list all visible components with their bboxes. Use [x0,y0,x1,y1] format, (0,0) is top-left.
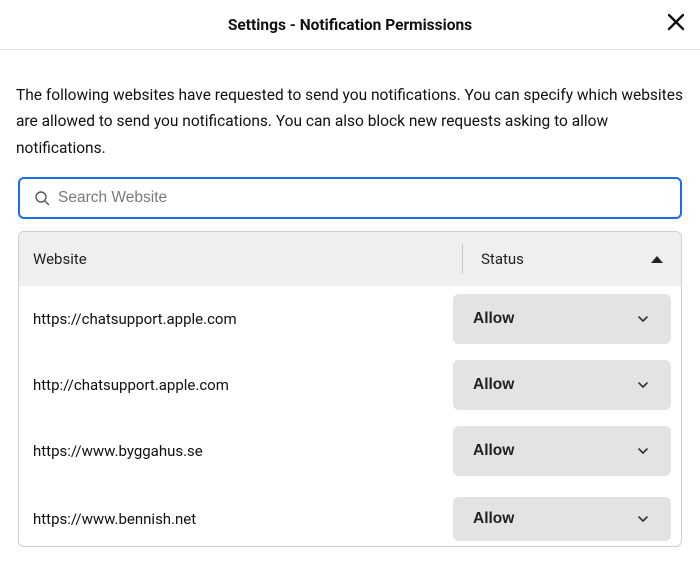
status-dropdown[interactable]: Allow [453,426,671,476]
status-value: Allow [473,310,514,328]
website-cell: https://www.byggahus.se [29,442,453,460]
table-row: https://chatsupport.apple.com Allow [19,286,681,352]
status-value: Allow [473,376,514,394]
table-body: https://chatsupport.apple.com Allow http… [19,286,681,546]
close-icon [666,12,686,32]
sort-asc-icon [651,256,663,263]
description-text: The following websites have requested to… [16,82,684,161]
column-header-website[interactable]: Website [19,232,462,286]
column-header-status-label: Status [481,250,524,268]
column-header-website-label: Website [33,250,87,268]
status-dropdown[interactable]: Allow [453,294,671,344]
table-row: http://chatsupport.apple.com Allow [19,352,681,418]
column-header-status[interactable]: Status [463,232,681,286]
chevron-down-icon [635,377,651,393]
chevron-down-icon [635,311,651,327]
permissions-table: Website Status https://chatsupport.apple… [18,231,682,547]
status-value: Allow [473,442,514,460]
search-field[interactable] [18,177,682,219]
page-title: Settings - Notification Permissions [228,16,472,34]
status-dropdown[interactable]: Allow [453,497,671,541]
table-row: https://www.byggahus.se Allow [19,418,681,484]
chevron-down-icon [635,443,651,459]
table-row: https://www.bennish.net Allow [19,484,681,546]
status-value: Allow [473,510,514,528]
website-cell: https://chatsupport.apple.com [29,310,453,328]
website-cell: http://chatsupport.apple.com [29,376,453,394]
status-dropdown[interactable]: Allow [453,360,671,410]
search-icon [34,190,50,206]
website-cell: https://www.bennish.net [29,510,453,528]
table-header: Website Status [19,232,681,286]
close-button[interactable] [664,10,688,34]
search-input[interactable] [58,189,666,207]
chevron-down-icon [635,511,651,527]
